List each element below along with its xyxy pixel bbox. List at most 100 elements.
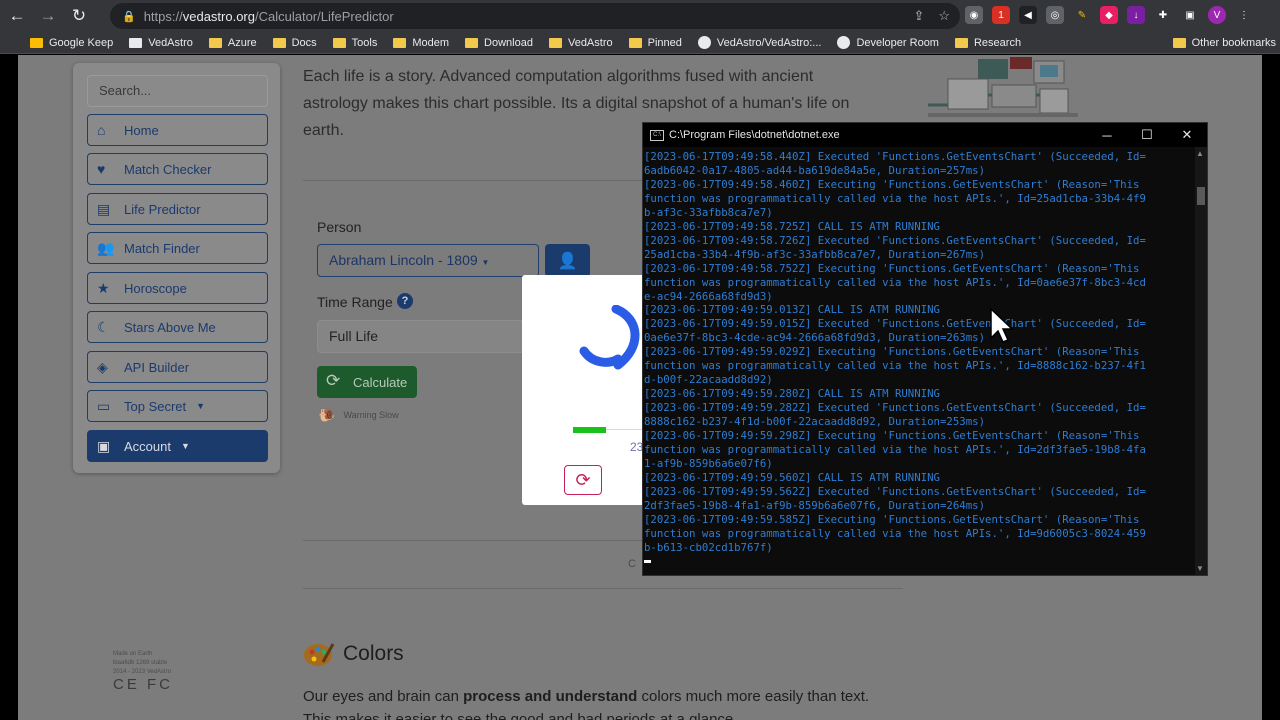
console-line: [2023-06-17T09:49:59.562Z] Executed 'Fun…	[644, 484, 1146, 498]
url-path: /Calculator/LifePredictor	[255, 8, 394, 24]
sidebar-item-label: Match Checker	[124, 161, 212, 177]
sidebar-item-api-builder[interactable]: ◈ API Builder	[87, 351, 268, 383]
download-extension-icon[interactable]: ↓	[1127, 6, 1145, 24]
help-icon[interactable]: ?	[397, 293, 413, 309]
bookmark-label: Research	[973, 36, 1022, 49]
bookmark-item[interactable]: VedAstro/VedAstro:...	[697, 36, 821, 49]
bookmark-folder[interactable]: Docs	[272, 37, 317, 49]
people-icon: 👥	[97, 240, 115, 256]
github-icon	[837, 36, 851, 49]
console-scrollbar[interactable]: ▲ ▼	[1195, 147, 1207, 575]
scroll-up-icon[interactable]: ▲	[1196, 149, 1204, 158]
terminal-icon: C:\	[650, 129, 664, 141]
spinner-icon	[579, 305, 640, 370]
reload-icon[interactable]: ↻	[65, 2, 93, 30]
search-input[interactable]: Search...	[87, 75, 268, 107]
reload-button[interactable]: ⟳	[564, 465, 602, 495]
person-icon: 👤	[557, 252, 578, 270]
close-button[interactable]: ✕	[1167, 123, 1207, 147]
bookmark-label: Other bookmarks	[1191, 36, 1276, 49]
folder-icon	[548, 37, 562, 48]
bookmark-folder[interactable]: Pinned	[628, 37, 682, 49]
maximize-button[interactable]: ☐	[1127, 123, 1167, 147]
bookmark-folder[interactable]: Research	[954, 36, 1022, 49]
adblock-extension-icon[interactable]: 1	[992, 6, 1010, 24]
console-output[interactable]: [2023-06-17T09:49:58.440Z] Executed 'Fun…	[643, 150, 1198, 570]
bookmark-label: VedAstro	[567, 36, 613, 49]
console-line: function was programmatically called via…	[644, 526, 1146, 540]
profile-avatar[interactable]: V	[1208, 6, 1226, 24]
machine-illustration	[928, 57, 1078, 117]
console-title: C:\Program Files\dotnet\dotnet.exe	[669, 129, 840, 141]
text-span: colors much more easily than text.	[637, 688, 870, 705]
console-line: function was programmatically called via…	[644, 275, 1146, 289]
console-line: [2023-06-17T09:49:58.725Z] CALL IS ATM R…	[644, 219, 940, 233]
forward-icon[interactable]: →	[34, 2, 62, 30]
bookmark-label: Modem	[412, 36, 450, 49]
person-label: Person	[317, 219, 362, 235]
bookmark-item[interactable]: VedAstro	[129, 37, 193, 49]
book-icon: ▤	[97, 201, 111, 217]
folder-icon	[628, 37, 642, 48]
bookmark-folder[interactable]: VedAstro	[548, 36, 613, 49]
share-icon[interactable]: ⇪	[913, 8, 924, 24]
console-line: function was programmatically called via…	[644, 443, 1146, 457]
sidebar-item-life-predictor[interactable]: ▤ Life Predictor	[87, 193, 268, 225]
bookmark-folder[interactable]: Download	[465, 37, 533, 49]
sidebar-item-account[interactable]: ▣ Account ▼	[87, 430, 268, 462]
bookmark-label: Azure	[227, 36, 257, 49]
person-add-button[interactable]: 👤	[545, 244, 590, 277]
sidebar-item-horoscope[interactable]: ★ Horoscope	[87, 272, 268, 304]
sidebar-item-top-secret[interactable]: ▭ Top Secret ▼	[87, 390, 268, 422]
console-line: 2df3fae5-19b8-4fa1-af9b-859b6a6e07f6, Du…	[644, 498, 986, 512]
person-select[interactable]: Abraham Lincoln - 1809 ▼	[317, 244, 539, 277]
console-line: e-ac94-2666a68fd9d3)	[644, 289, 773, 303]
bookmark-star-icon[interactable]: ☆	[938, 8, 950, 24]
address-bar[interactable]: 🔒 https:// vedastro.org /Calculator/Life…	[110, 3, 960, 29]
sidebar-item-match-finder[interactable]: 👥 Match Finder	[87, 232, 268, 264]
console-line: [2023-06-17T09:49:59.280Z] CALL IS ATM R…	[644, 387, 940, 401]
text-bold: process and understand	[463, 688, 638, 705]
color-extension-icon[interactable]: ◆	[1100, 6, 1118, 24]
sidebar-item-home[interactable]: ⌂ Home	[87, 114, 268, 146]
compass-extension-icon[interactable]: ◎	[1046, 6, 1064, 24]
bookmark-folder[interactable]: Modem	[393, 37, 449, 49]
scroll-thumb[interactable]	[1197, 187, 1205, 205]
minimize-button[interactable]: ─	[1087, 123, 1127, 147]
side-panel-icon[interactable]: ▣	[1181, 6, 1199, 24]
time-range-label: Time Range	[317, 294, 393, 310]
pen-extension-icon[interactable]: ✎	[1073, 6, 1091, 24]
console-window[interactable]: C:\ C:\Program Files\dotnet\dotnet.exe ─…	[642, 122, 1208, 576]
puzzle-icon[interactable]: ✚	[1154, 6, 1172, 24]
glasses-extension-icon[interactable]: ◉	[965, 6, 983, 24]
sidebar-item-label: Life Predictor	[124, 201, 201, 217]
back-icon[interactable]: ←	[3, 2, 31, 30]
bookmark-folder[interactable]: Azure	[208, 36, 257, 49]
url-prefix: https://	[143, 8, 183, 24]
folder-icon	[465, 37, 479, 48]
extensions-bar: ◉ 1 ◀ ◎ ✎ ◆ ↓ ✚ ▣ V ⋮	[965, 6, 1253, 24]
caret-down-icon: ▼	[196, 401, 206, 411]
menu-icon[interactable]: ⋮	[1235, 6, 1253, 24]
calculate-button[interactable]: ⟳ Calculate	[317, 366, 417, 398]
sidebar-item-stars-above-me[interactable]: ☾ Stars Above Me	[87, 311, 268, 343]
bookmark-item[interactable]: Developer Room	[837, 36, 939, 49]
console-line: [2023-06-17T09:49:58.440Z] Executed 'Fun…	[644, 150, 1146, 163]
time-range-select[interactable]: Full Life	[317, 320, 527, 353]
bookmark-folder[interactable]: Tools	[332, 37, 377, 49]
sidebar-item-label: Top Secret	[124, 398, 187, 414]
caret-down-icon: ▼	[481, 258, 490, 267]
sidebar-item-match-checker[interactable]: ♥ Match Checker	[87, 153, 268, 185]
lock-icon[interactable]: 🔒	[122, 10, 136, 23]
scroll-down-icon[interactable]: ▼	[1196, 564, 1204, 573]
warning-text: Warning Slow	[343, 409, 399, 420]
audio-extension-icon[interactable]: ◀	[1019, 6, 1037, 24]
console-titlebar[interactable]: C:\ C:\Program Files\dotnet\dotnet.exe ─…	[643, 123, 1207, 147]
sidebar-item-label: Horoscope	[124, 280, 187, 296]
console-line: [2023-06-17T09:49:58.726Z] Executed 'Fun…	[644, 233, 1146, 247]
console-line: [2023-06-17T09:49:59.015Z] Executed 'Fun…	[644, 317, 1146, 331]
bookmark-item[interactable]: Google Keep	[30, 37, 113, 49]
other-bookmarks[interactable]: Other bookmarks	[1172, 36, 1276, 49]
mouse-cursor-icon	[990, 308, 1014, 343]
laptop-icon: ▭	[97, 398, 111, 414]
